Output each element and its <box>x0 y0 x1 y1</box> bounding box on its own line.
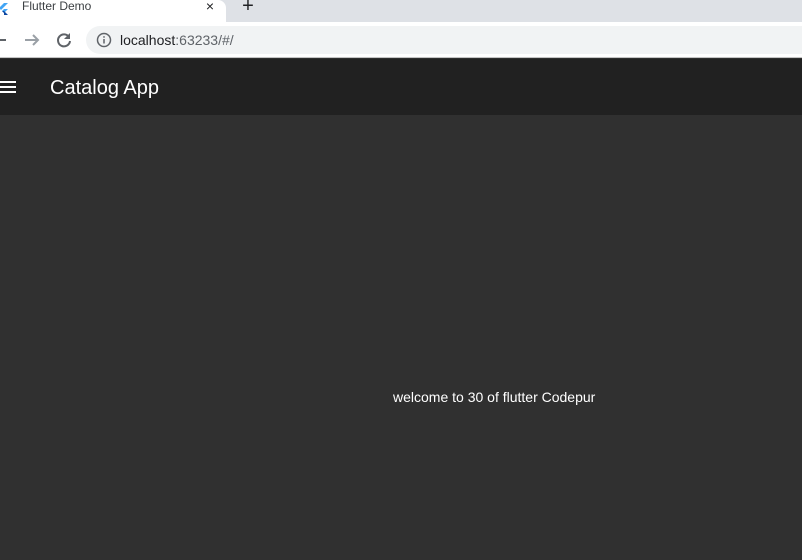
toolbar-divider <box>0 57 802 58</box>
arrow-right-icon[interactable] <box>22 30 42 50</box>
arrow-left-icon[interactable] <box>0 30 10 50</box>
app-body: welcome to 30 of flutter Codepur <box>0 115 802 560</box>
welcome-text: welcome to 30 of flutter Codepur <box>393 389 596 405</box>
tab-strip: Flutter Demo × + <box>0 0 802 22</box>
url-text[interactable]: localhost:63233/#/ <box>120 33 234 47</box>
hamburger-menu-icon[interactable] <box>0 78 16 96</box>
reload-icon[interactable] <box>54 30 74 50</box>
tab-close-icon[interactable]: × <box>203 0 217 13</box>
info-icon[interactable] <box>96 32 112 48</box>
app-title: Catalog App <box>50 77 159 99</box>
url-host: localhost <box>120 32 176 48</box>
flutter-logo-icon <box>0 2 9 15</box>
tab-title: Flutter Demo <box>22 0 92 13</box>
browser-toolbar: localhost:63233/#/ <box>0 22 802 58</box>
address-bar[interactable]: localhost:63233/#/ <box>86 26 802 54</box>
app-bar: Catalog App <box>0 59 802 115</box>
url-path: :63233/#/ <box>175 32 234 48</box>
browser-window: Flutter Demo × + localhost:63233/#/ Cata… <box>0 0 802 560</box>
new-tab-button[interactable]: + <box>239 0 257 16</box>
tab-flutter-demo[interactable]: Flutter Demo × <box>0 0 226 22</box>
